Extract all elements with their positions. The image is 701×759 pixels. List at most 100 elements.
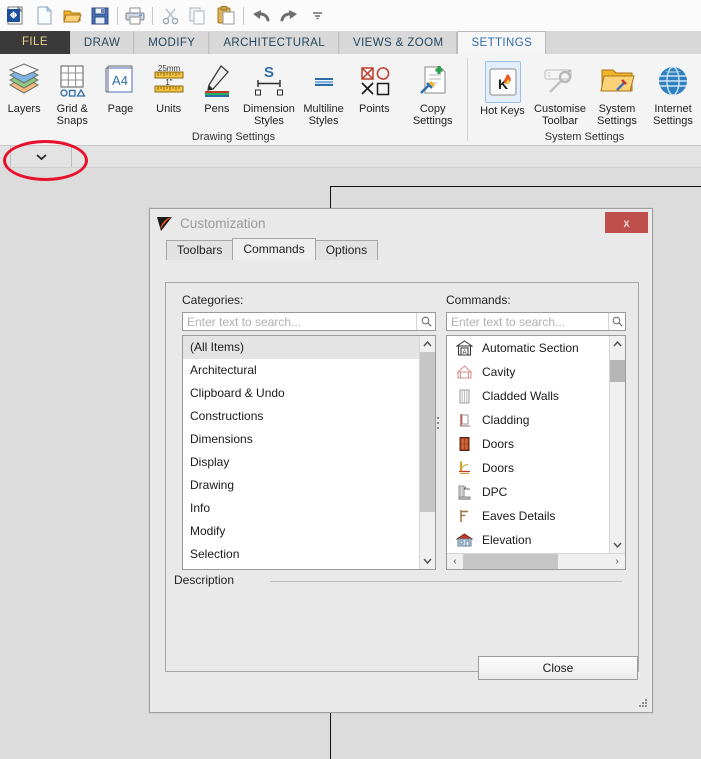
ribbon-button-points[interactable]: Points	[350, 59, 398, 115]
list-item[interactable]: Info	[183, 497, 419, 520]
scrollbar-track[interactable]	[420, 352, 435, 553]
categories-search-input[interactable]	[183, 312, 416, 331]
ribbon-button-layers[interactable]: Layers	[0, 59, 48, 115]
ribbon-button-customise-toolbar[interactable]: Customise Toolbar	[531, 59, 589, 127]
list-item[interactable]: Cavity	[447, 360, 609, 384]
ribbon-button-dimension-styles[interactable]: S Dimension Styles	[241, 59, 297, 127]
multiline-styles-icon	[302, 61, 346, 101]
ribbon-button-label: Internet Settings	[653, 103, 693, 127]
search-icon[interactable]	[416, 313, 435, 330]
tab-views-zoom[interactable]: VIEWS & ZOOM	[339, 32, 458, 54]
list-item-label: Doors	[482, 437, 515, 451]
ribbon-button-multiline-styles[interactable]: Multiline Styles	[297, 59, 350, 127]
save-icon[interactable]	[86, 2, 114, 29]
ribbon-button-system-settings[interactable]: System Settings	[589, 59, 645, 127]
grid-snaps-icon	[52, 61, 92, 101]
ribbon-button-label: Pens	[204, 103, 230, 115]
cut-icon[interactable]	[156, 2, 184, 29]
list-item[interactable]: Modify	[183, 520, 419, 543]
chevron-down-icon	[35, 153, 47, 160]
tab-modify[interactable]: MODIFY	[134, 32, 210, 54]
open-folder-icon[interactable]	[58, 2, 86, 29]
categories-vertical-scrollbar[interactable]	[419, 336, 435, 569]
categories-search-box[interactable]	[182, 312, 436, 331]
ribbon-button-pens[interactable]: Pens	[193, 59, 241, 115]
scroll-up-icon[interactable]	[610, 336, 625, 352]
list-item[interactable]: Drawing	[183, 474, 419, 497]
ribbon-button-page[interactable]: A4 Page	[96, 59, 144, 115]
toolbar-divider	[117, 6, 118, 25]
dialog-close-x-button[interactable]: x	[605, 212, 648, 233]
ribbon-collapse-button[interactable]	[10, 146, 72, 167]
copy-icon[interactable]	[184, 2, 212, 29]
ribbon-button-copy-settings[interactable]: Copy Settings	[398, 59, 467, 127]
commands-vertical-scrollbar[interactable]	[609, 336, 625, 553]
print-icon[interactable]	[121, 2, 149, 29]
ribbon-button-internet-settings[interactable]: Internet Settings	[645, 59, 701, 127]
scroll-left-icon[interactable]: ‹	[447, 556, 463, 567]
commands-listbox[interactable]: A Automatic Section Cavity Cladded Walls…	[446, 335, 626, 570]
close-button[interactable]: Close	[478, 656, 638, 680]
list-item-label: Cavity	[482, 365, 516, 379]
svg-text:S: S	[264, 64, 274, 81]
dialog-resize-grip[interactable]	[639, 699, 648, 708]
paste-icon[interactable]	[212, 2, 240, 29]
scroll-down-icon[interactable]	[610, 537, 625, 553]
list-item[interactable]: Display	[183, 451, 419, 474]
search-icon[interactable]	[608, 313, 625, 330]
tab-commands[interactable]: Commands	[232, 238, 316, 260]
tab-toolbars[interactable]: Toolbars	[166, 240, 234, 260]
list-item[interactable]: Cladded Walls	[447, 384, 609, 408]
list-item[interactable]: Elevation	[447, 528, 609, 552]
scroll-up-icon[interactable]	[420, 336, 435, 352]
list-item-label: Doors	[482, 461, 515, 475]
eaves-details-icon	[453, 507, 475, 525]
scroll-down-icon[interactable]	[420, 553, 435, 569]
list-item[interactable]: (All Items)	[183, 336, 419, 359]
new-file-icon[interactable]	[30, 2, 58, 29]
list-item[interactable]: Doors	[447, 432, 609, 456]
scrollbar-thumb[interactable]	[610, 360, 625, 382]
commands-search-input[interactable]	[447, 312, 608, 331]
list-item[interactable]: Eaves Details	[447, 504, 609, 528]
commands-horizontal-scrollbar[interactable]: ‹ ›	[447, 553, 625, 569]
tab-settings[interactable]: SETTINGS	[457, 31, 547, 54]
qat-dropdown-icon[interactable]	[303, 2, 331, 29]
list-item[interactable]: Selection	[183, 543, 419, 566]
svg-text:A4: A4	[113, 73, 129, 88]
toolbar-divider	[243, 6, 244, 25]
scrollbar-track[interactable]	[463, 554, 609, 569]
panel-splitter-handle[interactable]	[435, 403, 441, 443]
scroll-right-icon[interactable]: ›	[609, 556, 625, 567]
scrollbar-track[interactable]	[610, 352, 625, 537]
ribbon-collapse-bar	[0, 146, 701, 168]
list-item[interactable]: Dimensions	[183, 428, 419, 451]
points-icon	[352, 61, 396, 101]
app-logo-icon[interactable]	[2, 2, 30, 29]
tab-options[interactable]: Options	[314, 240, 379, 260]
dialog-titlebar[interactable]: Customization x	[150, 209, 652, 238]
tab-draw[interactable]: DRAW	[69, 32, 135, 54]
scrollbar-thumb[interactable]	[463, 554, 558, 569]
dialog-tabs: Toolbars Commands Options	[166, 238, 652, 260]
scrollbar-thumb[interactable]	[420, 352, 435, 512]
tab-architectural[interactable]: ARCHITECTURAL	[209, 32, 340, 54]
description-group: Description	[174, 573, 630, 665]
ribbon-button-label: Copy Settings	[412, 103, 453, 127]
list-item[interactable]: Doors	[447, 456, 609, 480]
categories-listbox[interactable]: (All Items) Architectural Clipboard & Un…	[182, 335, 436, 570]
tab-file[interactable]: FILE	[0, 31, 70, 54]
redo-icon[interactable]	[275, 2, 303, 29]
list-item[interactable]: A Automatic Section	[447, 336, 609, 360]
list-item[interactable]: Clipboard & Undo	[183, 382, 419, 405]
list-item[interactable]: Architectural	[183, 359, 419, 382]
commands-search-box[interactable]	[446, 312, 626, 331]
ribbon-button-grid-snaps[interactable]: Grid & Snaps	[48, 59, 96, 127]
undo-icon[interactable]	[247, 2, 275, 29]
ribbon-button-units[interactable]: 25mm 1" Units	[145, 59, 193, 115]
ribbon-button-hot-keys[interactable]: K Hot Keys	[474, 59, 531, 117]
list-item[interactable]: DPC	[447, 480, 609, 504]
svg-text:A: A	[462, 350, 466, 356]
list-item[interactable]: Constructions	[183, 405, 419, 428]
list-item[interactable]: Cladding	[447, 408, 609, 432]
